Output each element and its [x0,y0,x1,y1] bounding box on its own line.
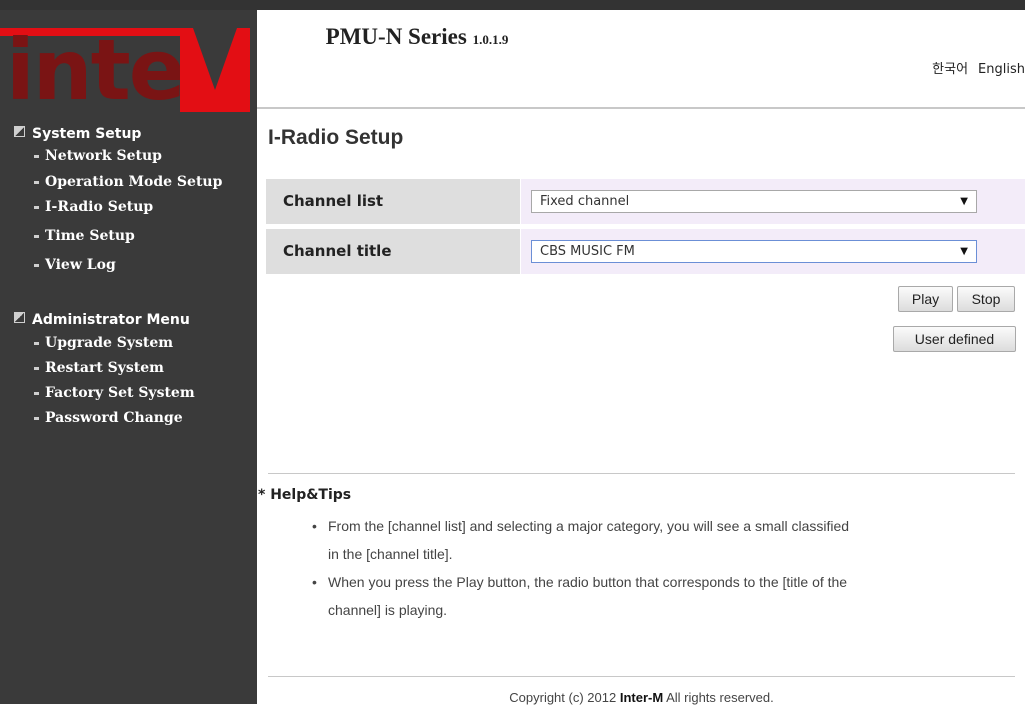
channel-title-cell: CBS MUSIC FM ▼ [521,229,1025,274]
bullet-dot-icon: • [312,518,317,534]
channel-list-cell: Fixed channel ▼ [521,179,1025,224]
top-bar [0,0,1025,10]
sidebar-item-view-log[interactable]: View Log [34,257,116,273]
copyright-footer: Copyright (c) 2012 Inter-M All rights re… [509,690,774,705]
stop-button[interactable]: Stop [957,286,1015,312]
sidebar-item-i-radio-setup[interactable]: I-Radio Setup [34,199,153,215]
help-tips-list: • From the [channel list] and selecting a… [310,512,1010,624]
page-title: PMU-N Series 1.0.1.9 [325,24,509,49]
channel-list-select[interactable]: Fixed channel ▼ [531,190,977,213]
flag-icon [14,312,25,323]
sidebar-item-upgrade-system[interactable]: Upgrade System [34,335,173,351]
divider [268,676,1015,677]
section-heading: I-Radio Setup [268,126,404,149]
play-button[interactable]: Play [898,286,953,312]
channel-title-row: Channel title CBS MUSIC FM ▼ [266,229,1025,274]
sidebar-item-time-setup[interactable]: Time Setup [34,228,135,244]
channel-title-label: Channel title [266,229,520,274]
bullet-icon [34,206,39,209]
bullet-icon [34,235,39,238]
brand-name: Inter-M [619,690,664,705]
bullet-icon [34,155,39,158]
dropdown-arrow-icon: ▼ [960,246,968,257]
lang-english-link[interactable]: English [978,62,1025,77]
bullet-icon [34,392,39,395]
sidebar-item-restart-system[interactable]: Restart System [34,360,164,376]
bullet-icon [34,181,39,184]
bullet-icon [34,342,39,345]
sidebar [0,10,257,704]
channel-list-label: Channel list [266,179,520,224]
sidebar-item-network-setup[interactable]: Network Setup [34,148,162,164]
help-tip: • From the [channel list] and selecting a… [310,512,1010,568]
channel-title-select[interactable]: CBS MUSIC FM ▼ [531,240,977,263]
sidebar-item-factory-set-system[interactable]: Factory Set System [34,385,195,401]
menu-head-system-setup: System Setup [14,126,141,142]
sidebar-item-operation-mode-setup[interactable]: Operation Mode Setup [34,174,222,190]
channel-list-row: Channel list Fixed channel ▼ [266,179,1025,224]
language-switcher: 한국어 English [922,58,1025,77]
divider [268,473,1015,474]
bullet-icon [34,264,39,267]
bullet-icon [34,417,39,420]
bullet-dot-icon: • [312,574,317,590]
bullet-icon [34,367,39,370]
sidebar-item-password-change[interactable]: Password Change [34,410,183,426]
help-tip: • When you press the Play button, the rad… [310,568,1010,624]
lang-korean-link[interactable]: 한국어 [932,62,968,77]
user-defined-button[interactable]: User defined [893,326,1016,352]
inter-m-logo[interactable]: inter [0,28,257,112]
version-number: 1.0.1.9 [472,32,509,47]
dropdown-arrow-icon: ▼ [960,196,968,207]
menu-head-administrator: Administrator Menu [14,312,190,328]
logo-m-cut [193,28,237,90]
flag-icon [14,126,25,137]
help-heading: * Help&Tips [258,487,352,503]
